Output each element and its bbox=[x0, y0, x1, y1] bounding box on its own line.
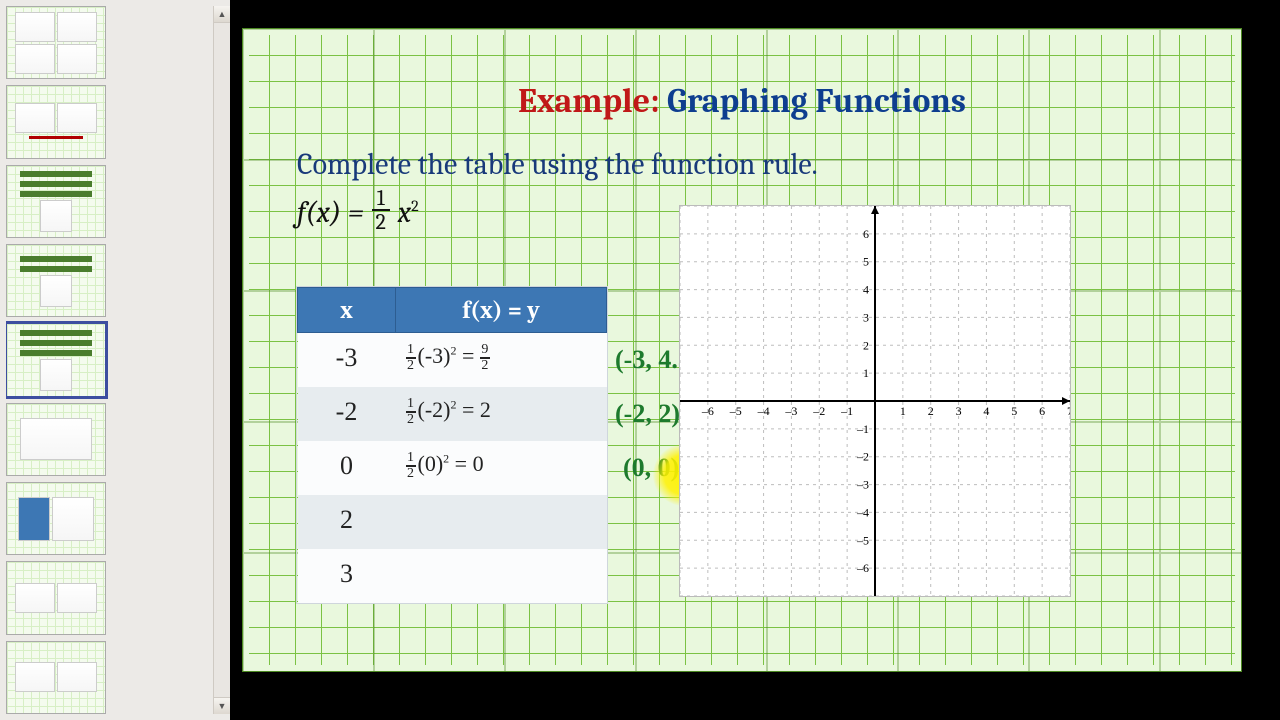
table-row: 2 bbox=[298, 495, 607, 549]
function-table: x f(x) = y -3 12(-3)2 = 92 -2 12(-2)2 = … bbox=[297, 287, 607, 603]
svg-text:–1: –1 bbox=[840, 404, 853, 418]
current-slide[interactable]: Example: Graphing Functions Complete the… bbox=[242, 28, 1242, 672]
svg-text:2: 2 bbox=[928, 404, 934, 418]
formula-rhs: x2 bbox=[398, 195, 419, 230]
slide-thumb-6[interactable] bbox=[6, 403, 106, 476]
svg-text:7: 7 bbox=[1067, 404, 1070, 418]
title-subject: Graphing Functions bbox=[667, 81, 966, 121]
slide-thumb-3[interactable] bbox=[6, 165, 106, 238]
svg-text:–5: –5 bbox=[729, 404, 742, 418]
svg-text:–4: –4 bbox=[856, 505, 869, 519]
slide-stage: Example: Graphing Functions Complete the… bbox=[230, 0, 1280, 720]
table-row: -3 12(-3)2 = 92 bbox=[298, 333, 607, 388]
slide-thumb-8[interactable] bbox=[6, 561, 106, 634]
slide-title: Example: Graphing Functions bbox=[243, 81, 1241, 121]
point-label-2: (-2, 2) bbox=[615, 399, 680, 429]
col-x: x bbox=[298, 288, 396, 333]
sidebar-scrollbar[interactable]: ▲ ▼ bbox=[213, 6, 230, 714]
svg-text:–3: –3 bbox=[856, 478, 869, 492]
svg-text:–3: –3 bbox=[784, 404, 797, 418]
slide-thumb-2[interactable] bbox=[6, 85, 106, 158]
thumb-column bbox=[6, 6, 209, 714]
svg-text:1: 1 bbox=[863, 366, 869, 380]
svg-text:5: 5 bbox=[863, 255, 869, 269]
svg-text:5: 5 bbox=[1011, 404, 1017, 418]
slide-thumb-7[interactable] bbox=[6, 482, 106, 555]
svg-text:–6: –6 bbox=[701, 404, 714, 418]
svg-text:6: 6 bbox=[863, 227, 869, 241]
slide-filmstrip: ▲ ▼ bbox=[0, 0, 230, 720]
title-example: Example: bbox=[518, 81, 660, 121]
point-label-3: (0, 0) bbox=[623, 453, 679, 483]
slide-thumb-4[interactable] bbox=[6, 244, 106, 317]
function-formula: f(x) = 1 2 x2 bbox=[297, 189, 419, 235]
col-y: f(x) = y bbox=[396, 288, 607, 333]
app-root: ▲ ▼ Example: Graphing Functions Complete… bbox=[0, 0, 1280, 720]
scroll-up-icon[interactable]: ▲ bbox=[214, 6, 230, 23]
instruction-text: Complete the table using the function ru… bbox=[297, 147, 818, 182]
slide-thumb-1[interactable] bbox=[6, 6, 106, 79]
svg-text:4: 4 bbox=[983, 404, 989, 418]
slide-thumb-5[interactable] bbox=[6, 323, 106, 396]
svg-text:3: 3 bbox=[863, 310, 869, 324]
table-row: 0 12(0)2 = 0 bbox=[298, 441, 607, 495]
svg-text:3: 3 bbox=[956, 404, 962, 418]
grid-svg: –6 –5 –4 –3 –2 –1 1 2 3 4 5 6 7 –6 –5 –4 –3 –2 –1 1 2 3 4 5 6 bbox=[680, 206, 1070, 596]
formula-fraction: 1 2 bbox=[372, 187, 390, 233]
slide-thumb-9[interactable] bbox=[6, 641, 106, 714]
svg-text:–2: –2 bbox=[812, 404, 825, 418]
scroll-down-icon[interactable]: ▼ bbox=[214, 697, 230, 714]
svg-text:6: 6 bbox=[1039, 404, 1045, 418]
table-row: -2 12(-2)2 = 2 bbox=[298, 387, 607, 441]
svg-text:2: 2 bbox=[863, 338, 869, 352]
svg-text:–1: –1 bbox=[856, 422, 869, 436]
formula-lhs: f(x) = bbox=[297, 195, 364, 230]
svg-text:4: 4 bbox=[863, 283, 869, 297]
coordinate-grid: –6 –5 –4 –3 –2 –1 1 2 3 4 5 6 7 –6 –5 –4 –3 –2 –1 1 2 3 4 5 6 bbox=[679, 205, 1071, 597]
svg-text:–2: –2 bbox=[856, 450, 869, 464]
table-row: 3 bbox=[298, 549, 607, 603]
svg-text:–4: –4 bbox=[757, 404, 770, 418]
svg-text:1: 1 bbox=[900, 404, 906, 418]
svg-text:–5: –5 bbox=[856, 533, 869, 547]
svg-text:–6: –6 bbox=[856, 561, 869, 575]
